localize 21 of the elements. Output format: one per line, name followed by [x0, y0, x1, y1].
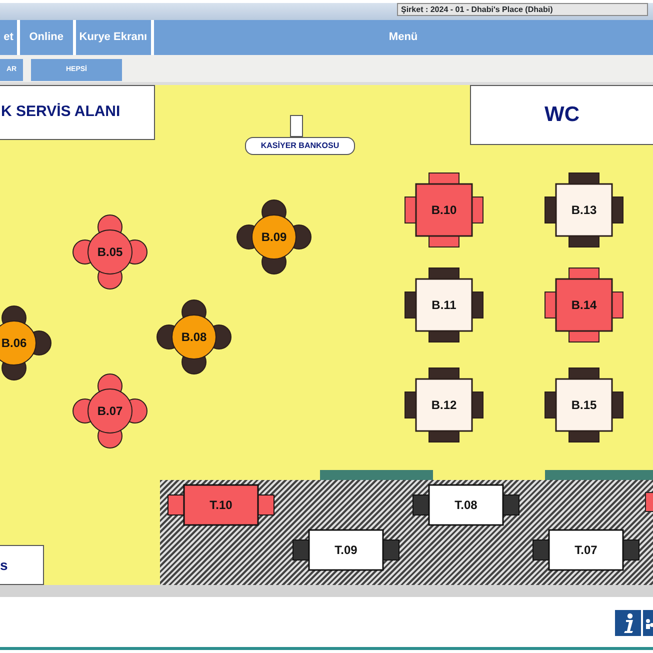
chair: [645, 492, 653, 512]
restaurant-table[interactable]: B.10: [403, 170, 485, 250]
scroll-bar[interactable]: [0, 585, 653, 597]
restaurant-table[interactable]: B.14: [543, 265, 625, 345]
info-icon[interactable]: [615, 610, 641, 636]
area-sign: s: [0, 545, 44, 585]
restaurant-table[interactable]: B.15: [543, 365, 625, 445]
restaurant-table[interactable]: B.08: [156, 299, 232, 375]
area-sign: WC: [470, 85, 653, 145]
company-field: Şirket : 2024 - 01 - Dhabi's Place (Dhabi): [397, 3, 648, 16]
counter-icon: [290, 115, 303, 137]
restaurant-table[interactable]: B.09: [236, 199, 312, 275]
restaurant-table[interactable]: B.06: [0, 305, 52, 381]
restaurant-table[interactable]: B.12: [403, 365, 485, 445]
restaurant-table[interactable]: B.05: [72, 214, 148, 290]
restaurant-table[interactable]: B.13: [543, 170, 625, 250]
cashier-counter: KASİYER BANKOSU: [245, 137, 355, 155]
restaurant-table[interactable]: B.07: [72, 373, 148, 449]
users-icon[interactable]: [643, 610, 653, 636]
area-sign: K SERVİS ALANI: [0, 85, 155, 140]
restaurant-table[interactable]: B.11: [403, 265, 485, 345]
